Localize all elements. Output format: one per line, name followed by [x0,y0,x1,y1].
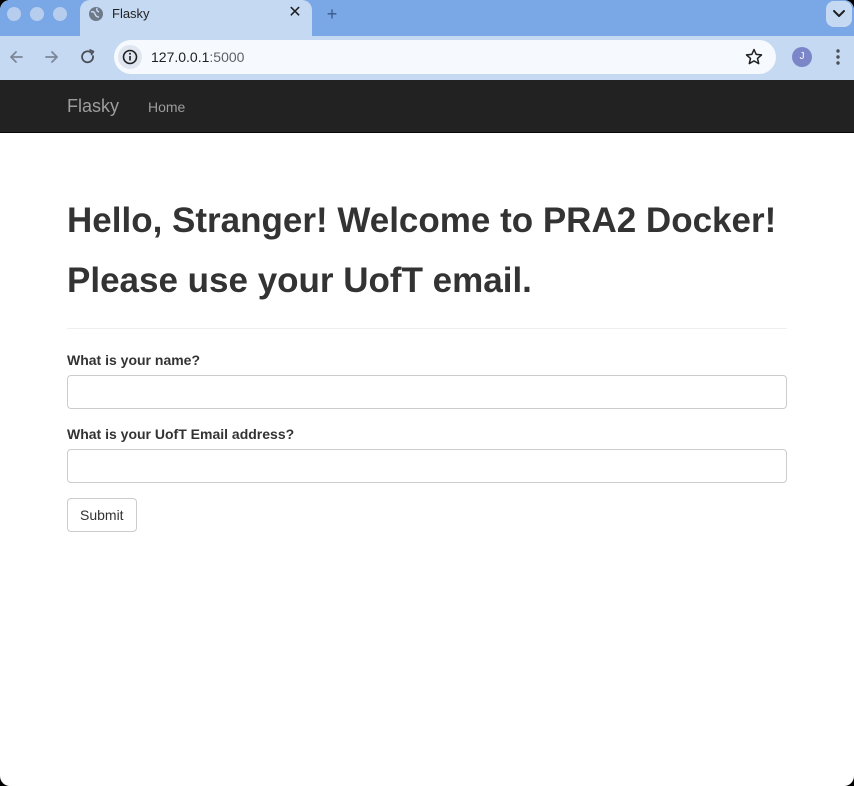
url-text[interactable]: 127.0.0.1:5000 [151,49,244,65]
window-zoom-dot[interactable] [53,7,67,21]
window-minimize-dot[interactable] [30,7,44,21]
tab-search-button[interactable] [826,1,852,27]
main-content: Hello, Stranger! Welcome to PRA2 Docker!… [67,133,787,532]
bookmark-star-icon[interactable] [744,47,764,67]
email-label: What is your UofT Email address? [67,426,295,442]
name-label: What is your name? [67,352,201,368]
back-arrow-icon[interactable] [6,47,26,67]
email-input[interactable] [67,449,787,483]
window-close-dot[interactable] [7,7,21,21]
browser-tab[interactable]: Flasky ✕ [80,0,312,36]
tab-title: Flasky [112,6,150,21]
nav-link-home[interactable]: Home [148,99,185,115]
url-host: 127.0.0.1 [151,49,210,65]
reload-icon[interactable] [78,47,98,67]
signup-form: What is your name? What is your UofT Ema… [67,350,787,532]
address-bar[interactable]: 127.0.0.1:5000 [114,40,776,74]
tab-strip: Flasky ✕ + [0,0,854,36]
forward-arrow-icon[interactable] [42,47,62,67]
url-port: :5000 [209,49,245,65]
new-tab-icon[interactable]: + [322,4,342,24]
globe-icon [89,7,103,21]
heading-line-2: Please use your UofT email. [67,261,532,300]
site-navbar: Flasky Home [0,80,854,133]
heading-line-1: Hello, Stranger! Welcome to PRA2 Docker! [67,201,777,240]
more-menu-icon[interactable] [829,47,847,67]
name-input[interactable] [67,375,787,409]
navbar-brand[interactable]: Flasky [67,96,119,117]
submit-button[interactable]: Submit [67,498,137,532]
profile-avatar[interactable]: J [792,47,812,67]
site-info-icon[interactable] [118,45,142,69]
browser-window: Flasky ✕ + 127.0.0.1:5000 J Flasky Home … [0,0,854,786]
browser-toolbar: 127.0.0.1:5000 J [0,36,854,80]
page-header: Hello, Stranger! Welcome to PRA2 Docker!… [67,191,787,329]
chevron-down-icon [833,10,845,17]
page-title: Hello, Stranger! Welcome to PRA2 Docker!… [67,191,787,311]
tab-close-icon[interactable]: ✕ [286,4,304,22]
